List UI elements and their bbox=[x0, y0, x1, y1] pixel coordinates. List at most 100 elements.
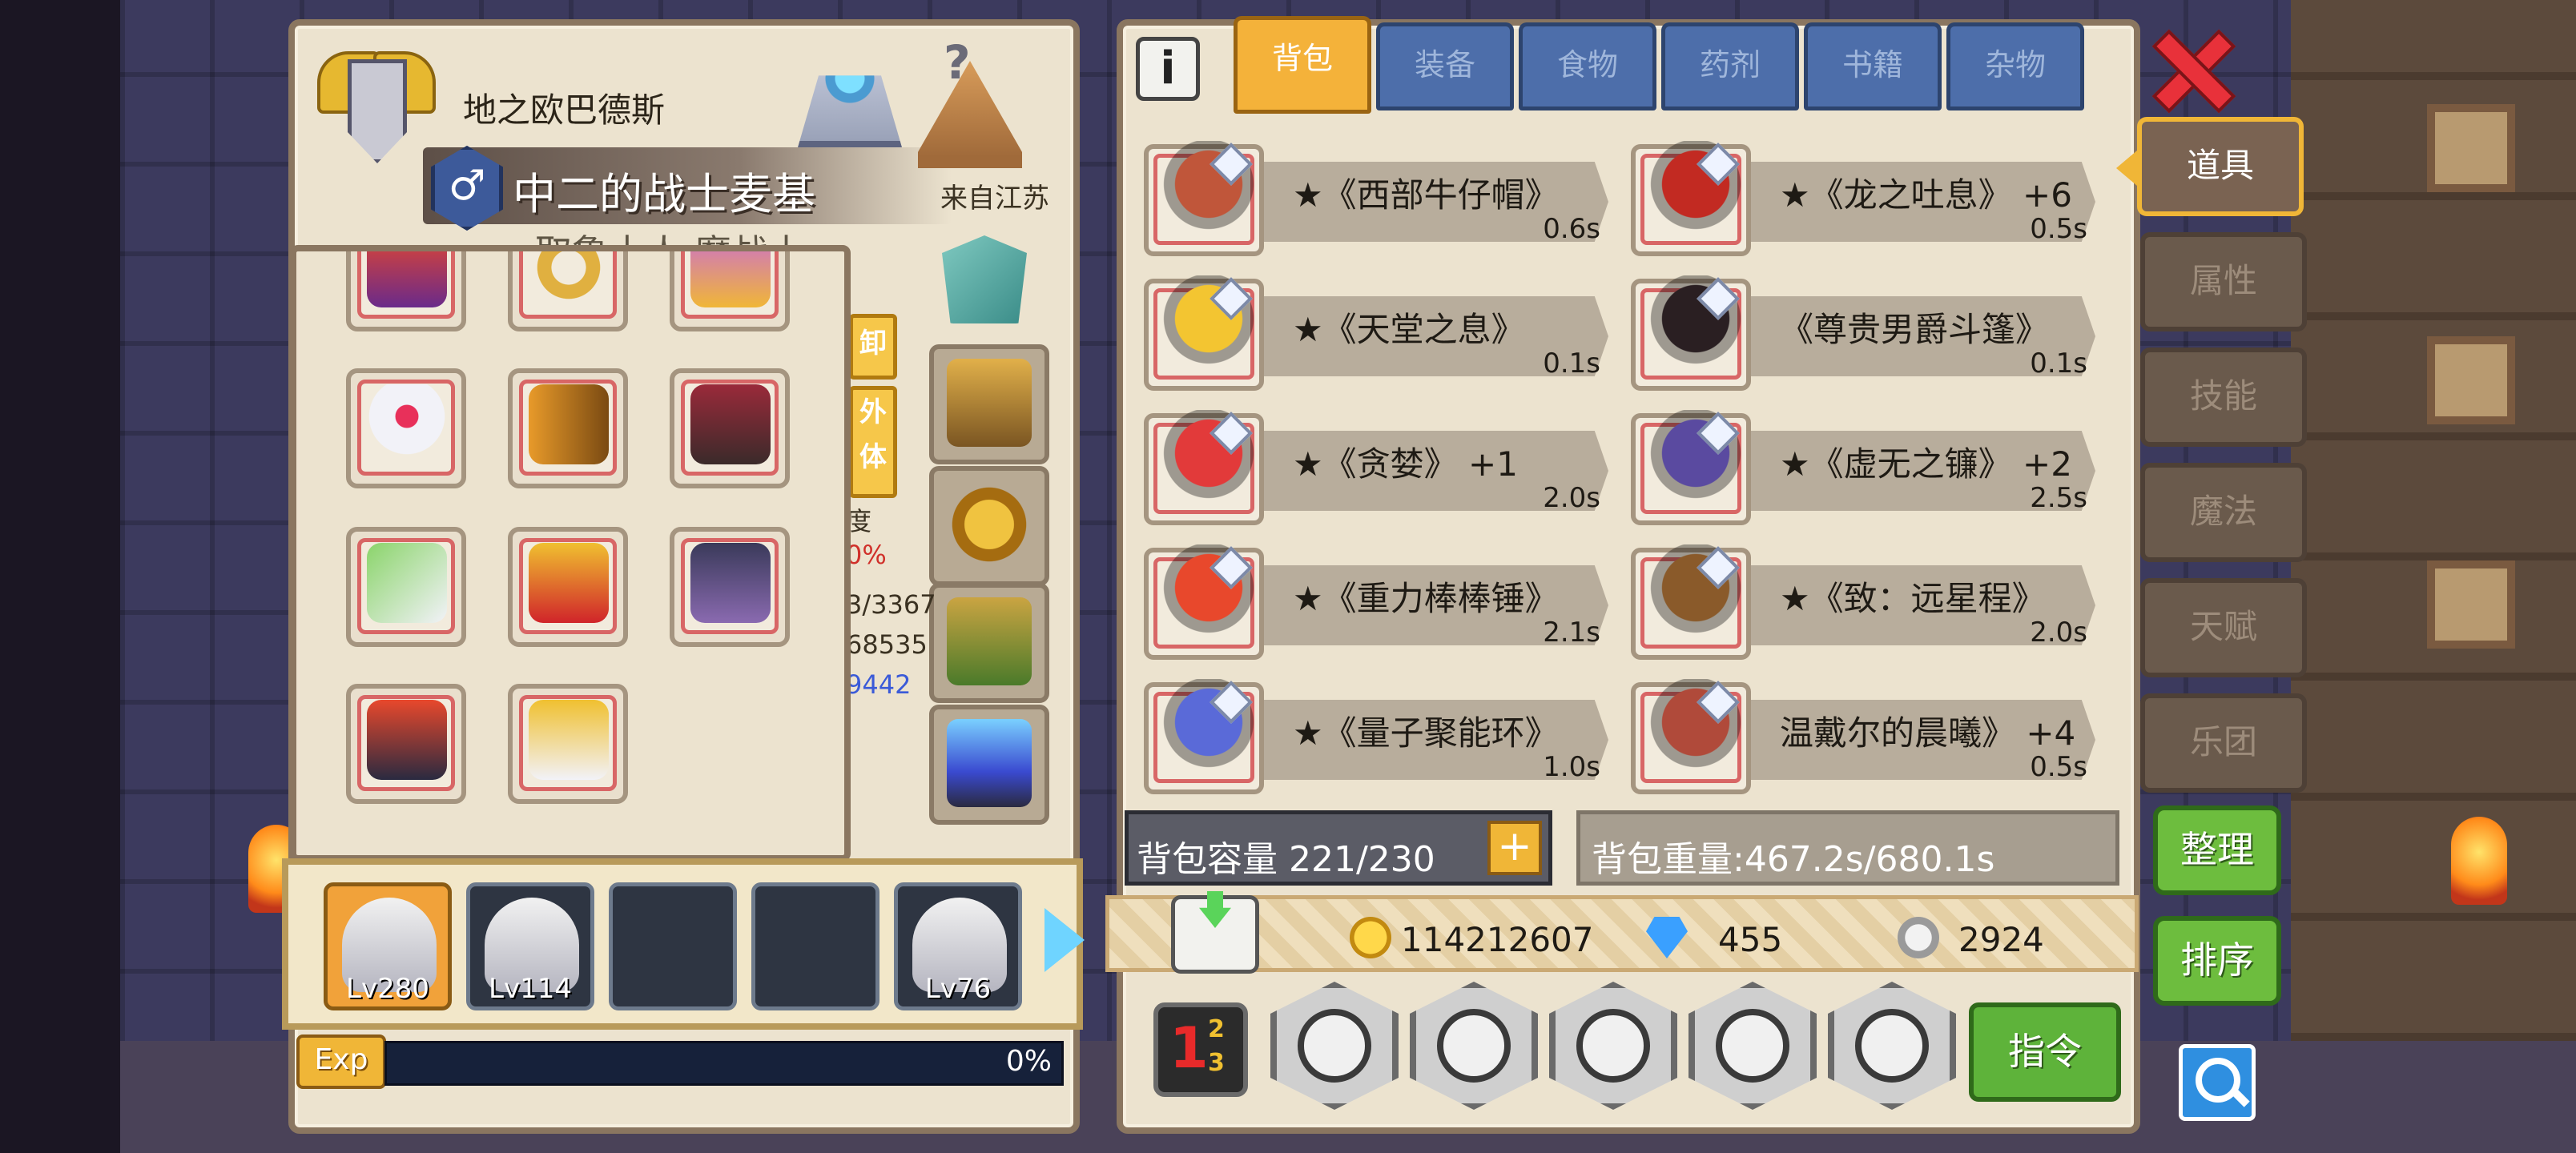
appearance-tab[interactable]: 外 体 bbox=[849, 386, 897, 498]
list-item[interactable]: ★《西部牛仔帽》 0.6s bbox=[1144, 141, 1616, 259]
party-member-empty[interactable] bbox=[751, 882, 879, 1010]
item-weight: 1.0s bbox=[1543, 751, 1600, 783]
equip-slot[interactable] bbox=[346, 684, 466, 804]
side-tab-2[interactable]: 技能 bbox=[2140, 348, 2307, 447]
list-item[interactable]: ★《龙之吐息》 +6 0.5s bbox=[1631, 141, 2103, 259]
sort-button[interactable]: 排序 bbox=[2153, 916, 2281, 1006]
equip-slot[interactable] bbox=[508, 251, 628, 331]
item-icon bbox=[1644, 679, 1748, 775]
wall-frame bbox=[2427, 104, 2515, 192]
chest-armor-icon bbox=[367, 700, 447, 780]
equip-slot[interactable] bbox=[670, 527, 790, 647]
item-slot[interactable] bbox=[1144, 275, 1264, 391]
number-two-icon: 2 bbox=[1208, 1015, 1225, 1043]
party-member[interactable]: Lv114 bbox=[466, 882, 594, 1010]
expand-bag-button[interactable]: + bbox=[1487, 821, 1542, 875]
equip-slot[interactable] bbox=[508, 368, 628, 488]
party-next-arrow-icon[interactable] bbox=[1044, 908, 1085, 972]
party-member-empty[interactable] bbox=[609, 882, 737, 1010]
gold-coin-icon bbox=[1350, 917, 1391, 958]
organize-button[interactable]: 整理 bbox=[2153, 805, 2281, 895]
equipment-grid bbox=[290, 245, 851, 862]
item-icon bbox=[1644, 141, 1748, 237]
exp-label: Exp bbox=[296, 1034, 386, 1089]
wall-frame bbox=[2427, 336, 2515, 424]
party-member[interactable]: Lv76 bbox=[894, 882, 1022, 1010]
close-icon[interactable] bbox=[2151, 29, 2224, 106]
store-button[interactable] bbox=[1171, 891, 1259, 974]
equip-slot[interactable] bbox=[346, 368, 466, 488]
list-item[interactable]: ★《量子聚能环》 1.0s bbox=[1144, 679, 1616, 797]
equip-slot-gauntlet[interactable] bbox=[929, 705, 1049, 825]
list-item[interactable]: 温戴尔的晨曦》 +4 0.5s bbox=[1631, 679, 2103, 797]
list-item[interactable]: ★《重力棒棒锤》 2.1s bbox=[1144, 544, 1616, 663]
equip-slot-armor[interactable] bbox=[929, 344, 1049, 464]
item-slot[interactable] bbox=[1144, 544, 1264, 660]
chain-icon bbox=[690, 543, 771, 623]
item-weight: 0.5s bbox=[2030, 213, 2087, 245]
item-weight: 0.5s bbox=[2030, 751, 2087, 783]
item-weight: 2.0s bbox=[2030, 617, 2087, 649]
equip-slot[interactable] bbox=[346, 527, 466, 647]
boot-icon bbox=[367, 543, 447, 623]
number-toggle-button[interactable]: 1 2 3 bbox=[1153, 1002, 1248, 1097]
equip-slot[interactable] bbox=[670, 251, 790, 331]
item-weight: 2.5s bbox=[2030, 482, 2087, 514]
tab-4[interactable]: 书籍 bbox=[1804, 22, 1942, 110]
tab-2[interactable]: 食物 bbox=[1519, 22, 1656, 110]
tab-5[interactable]: 杂物 bbox=[1946, 22, 2084, 110]
item-icon bbox=[1644, 544, 1748, 641]
currency-row: 114212607 455 2924 bbox=[1105, 895, 2139, 972]
item-weight: 2.1s bbox=[1543, 617, 1600, 649]
equip-slot-boots[interactable] bbox=[929, 583, 1049, 703]
item-slot[interactable] bbox=[1631, 275, 1751, 391]
staff-icon bbox=[367, 251, 447, 307]
item-icon bbox=[1157, 141, 1261, 237]
item-slot[interactable] bbox=[1631, 544, 1751, 660]
info-icon[interactable]: i bbox=[1136, 37, 1200, 101]
side-tab-3[interactable]: 魔法 bbox=[2140, 463, 2307, 562]
item-slot[interactable] bbox=[1631, 410, 1751, 525]
crystal-pedestal-icon[interactable] bbox=[798, 75, 902, 147]
unequip-tab[interactable]: 卸 bbox=[849, 314, 897, 380]
item-slot[interactable] bbox=[1144, 410, 1264, 525]
item-name: ★《龙之吐息》 +6 bbox=[1780, 175, 2072, 215]
item-slot[interactable] bbox=[1631, 679, 1751, 794]
question-mark-icon: ? bbox=[944, 35, 971, 90]
command-button[interactable]: 指令 bbox=[1969, 1002, 2121, 1102]
item-weight: 0.6s bbox=[1543, 213, 1600, 245]
equip-slot[interactable] bbox=[508, 527, 628, 647]
party-bar: Lv280 Lv114 Lv76 bbox=[282, 858, 1083, 1030]
number-three-icon: 3 bbox=[1208, 1049, 1225, 1077]
item-name: ★《致：远星程》 bbox=[1780, 579, 2046, 618]
tab-1[interactable]: 装备 bbox=[1376, 22, 1514, 110]
side-tab-4[interactable]: 天赋 bbox=[2140, 578, 2307, 677]
equip-slot-ring[interactable] bbox=[929, 466, 1049, 586]
item-slot[interactable] bbox=[1144, 141, 1264, 256]
party-member[interactable]: Lv280 bbox=[324, 882, 452, 1010]
side-tab-5[interactable]: 乐团 bbox=[2140, 693, 2307, 793]
equip-slot[interactable] bbox=[670, 368, 790, 488]
side-tab-0[interactable]: 道具 bbox=[2116, 117, 2304, 216]
glove-icon bbox=[367, 384, 447, 464]
list-item[interactable]: ★《致：远星程》 2.0s bbox=[1631, 544, 2103, 663]
torch-icon bbox=[2451, 817, 2507, 905]
list-item[interactable]: ★《天堂之息》 0.1s bbox=[1144, 275, 1616, 394]
item-slot[interactable] bbox=[1144, 679, 1264, 794]
wreath-icon bbox=[529, 251, 609, 307]
equip-slot[interactable] bbox=[508, 684, 628, 804]
tab-0[interactable]: 背包 bbox=[1234, 16, 1371, 114]
tab-3[interactable]: 药剂 bbox=[1661, 22, 1799, 110]
list-item[interactable]: ★《贪婪》 +1 2.0s bbox=[1144, 410, 1616, 528]
list-item[interactable]: 《尊贵男爵斗篷》 0.1s bbox=[1631, 275, 2103, 394]
member-level: Lv76 bbox=[924, 973, 992, 1005]
side-tab-1[interactable]: 属性 bbox=[2140, 232, 2307, 331]
list-item[interactable]: ★《虚无之镰》 +2 2.5s bbox=[1631, 410, 2103, 528]
search-icon[interactable] bbox=[2179, 1044, 2256, 1121]
bag-capacity: 背包容量 221/230 + bbox=[1125, 810, 1552, 886]
exp-row: Exp 0% bbox=[296, 1034, 1065, 1089]
stat-fragment: 0% bbox=[846, 540, 887, 570]
equip-slot[interactable] bbox=[346, 251, 466, 331]
item-slot[interactable] bbox=[1631, 141, 1751, 256]
gem-emblem-slot[interactable] bbox=[929, 226, 1049, 346]
